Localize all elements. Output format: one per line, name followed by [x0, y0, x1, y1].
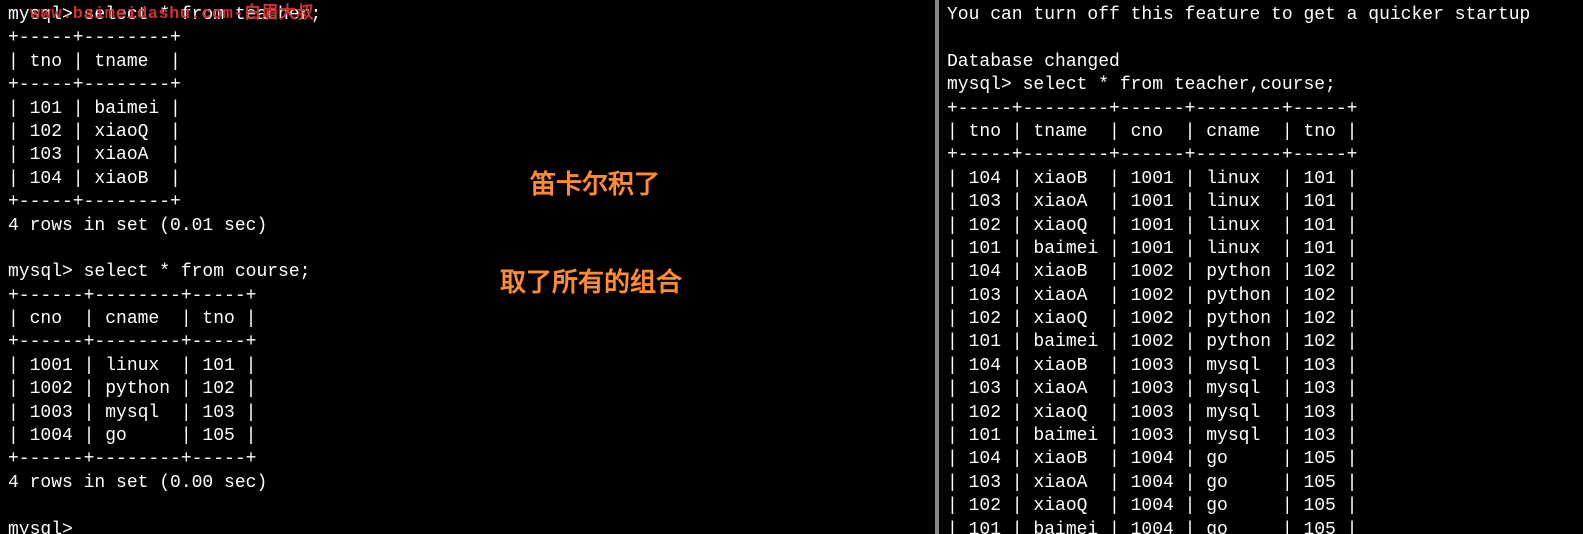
- sql-query: mysql> select * from teacher,course;: [947, 74, 1575, 97]
- right-terminal[interactable]: You can turn off this feature to get a q…: [935, 0, 1583, 534]
- table-row: | 102 | xiaoQ | 1002 | python | 102 |: [947, 308, 1575, 331]
- table-row: | 102 | xiaoQ | 1003 | mysql | 103 |: [947, 402, 1575, 425]
- blank-line: [8, 495, 927, 518]
- table-header: | tno | tname | cno | cname | tno |: [947, 121, 1575, 144]
- table-row: | 103 | xiaoA | 1004 | go | 105 |: [947, 472, 1575, 495]
- table-row: | 104 | xiaoB |: [8, 168, 927, 191]
- table-border: +------+--------+-----+: [8, 331, 927, 354]
- table-border: +-----+--------+: [8, 191, 927, 214]
- table-header: | tno | tname |: [8, 51, 927, 74]
- table-row: | 104 | xiaoB | 1003 | mysql | 103 |: [947, 355, 1575, 378]
- table-row: | 103 | xiaoA | 1003 | mysql | 103 |: [947, 378, 1575, 401]
- result-summary: 4 rows in set (0.00 sec): [8, 472, 927, 495]
- table-row: | 101 | baimei |: [8, 98, 927, 121]
- table-header: | cno | cname | tno |: [8, 308, 927, 331]
- result-summary: 4 rows in set (0.01 sec): [8, 215, 927, 238]
- table-row: | 102 | xiaoQ | 1001 | linux | 101 |: [947, 215, 1575, 238]
- annotation-all-combinations: 取了所有的组合: [500, 266, 682, 300]
- table-row: | 103 | xiaoA |: [8, 144, 927, 167]
- mysql-prompt[interactable]: mysql>: [8, 519, 927, 534]
- table-row: | 101 | baimei | 1001 | linux | 101 |: [947, 238, 1575, 261]
- table-row: | 1004 | go | 105 |: [8, 425, 927, 448]
- table-border: +-----+--------+: [8, 74, 927, 97]
- blank-line: [947, 27, 1575, 50]
- table-row: | 102 | xiaoQ |: [8, 121, 927, 144]
- info-message: You can turn off this feature to get a q…: [947, 4, 1575, 27]
- watermark-text: www.baimeidashu.com-白眉大叔: [30, 4, 314, 26]
- table-border: +-----+--------+: [8, 27, 927, 50]
- table-row: | 104 | xiaoB | 1001 | linux | 101 |: [947, 168, 1575, 191]
- database-changed: Database changed: [947, 51, 1575, 74]
- table-row: | 103 | xiaoA | 1002 | python | 102 |: [947, 285, 1575, 308]
- table-row: | 101 | baimei | 1002 | python | 102 |: [947, 331, 1575, 354]
- sql-query: mysql> select * from course;: [8, 261, 927, 284]
- table-border: +------+--------+-----+: [8, 448, 927, 471]
- annotation-cartesian: 笛卡尔积了: [530, 168, 660, 202]
- table-row: | 103 | xiaoA | 1001 | linux | 101 |: [947, 191, 1575, 214]
- table-border: +------+--------+-----+: [8, 285, 927, 308]
- left-terminal[interactable]: www.baimeidashu.com-白眉大叔 mysql> select *…: [0, 0, 935, 534]
- table-row: | 101 | baimei | 1003 | mysql | 103 |: [947, 425, 1575, 448]
- table-row: | 102 | xiaoQ | 1004 | go | 105 |: [947, 495, 1575, 518]
- table-border: +-----+--------+------+--------+-----+: [947, 98, 1575, 121]
- table-row: | 1001 | linux | 101 |: [8, 355, 927, 378]
- table-row: | 101 | baimei | 1004 | go | 105 |: [947, 519, 1575, 534]
- table-border: +-----+--------+------+--------+-----+: [947, 144, 1575, 167]
- table-row: | 104 | xiaoB | 1002 | python | 102 |: [947, 261, 1575, 284]
- blank-line: [8, 238, 927, 261]
- table-row: | 104 | xiaoB | 1004 | go | 105 |: [947, 448, 1575, 471]
- table-row: | 1002 | python | 102 |: [8, 378, 927, 401]
- table-row: | 1003 | mysql | 103 |: [8, 402, 927, 425]
